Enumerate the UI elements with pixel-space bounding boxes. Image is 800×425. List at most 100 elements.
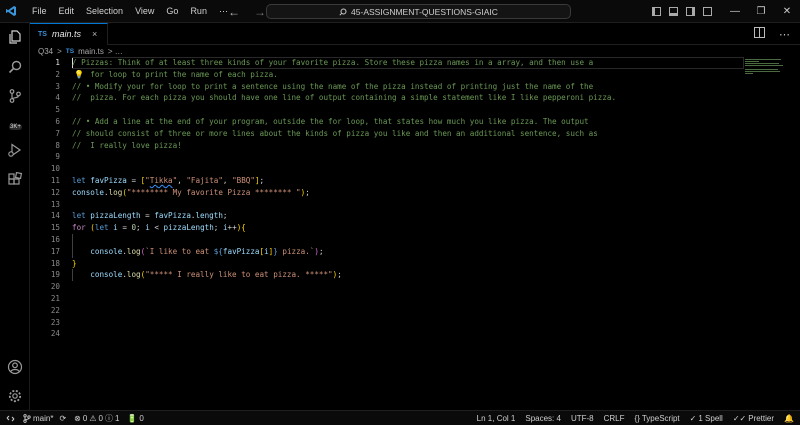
vscode-logo-icon xyxy=(0,0,22,23)
line-number: 20 xyxy=(50,282,60,292)
language-mode[interactable]: {} TypeScript xyxy=(635,414,680,423)
line-number: 21 xyxy=(50,294,60,303)
double-check-icon: ✓✓ xyxy=(732,413,747,423)
settings-gear-icon[interactable] xyxy=(5,386,25,406)
more-actions-icon[interactable]: ⋯ xyxy=(779,28,790,41)
source-control-icon[interactable] xyxy=(5,86,25,106)
line-number: 3 xyxy=(55,81,60,91)
workspace-name: 45-ASSIGNMENT-QUESTIONS-GIAIC xyxy=(351,6,498,17)
editor-actions: ⋯ xyxy=(754,23,790,45)
ports-indicator[interactable]: 🔋 0 xyxy=(127,414,143,423)
extensions-icon[interactable] xyxy=(5,170,25,190)
end-of-line[interactable]: CRLF xyxy=(604,414,625,423)
code-line: // • Add a line at the end of your progr… xyxy=(72,117,589,126)
problems-indicator[interactable]: ⊗ 0 ⚠ 0 ⓘ 1 xyxy=(74,413,119,424)
braces-icon: {} xyxy=(634,413,640,423)
menu-selection[interactable]: Selection xyxy=(80,0,129,23)
check-icon: ✓ xyxy=(689,413,697,423)
error-icon: ⊗ xyxy=(74,413,81,423)
cursor-position[interactable]: Ln 1, Col 1 xyxy=(477,414,516,423)
line-number: 15 xyxy=(50,223,60,233)
spell-check[interactable]: ✓ 1 Spell xyxy=(690,414,723,423)
menu-file[interactable]: File xyxy=(26,0,53,23)
line-number: 16 xyxy=(50,235,60,244)
line-number: 22 xyxy=(50,305,60,315)
tab-label: main.ts xyxy=(51,29,81,39)
run-debug-icon[interactable] xyxy=(5,140,25,160)
code-line: console.log("******** My favorite Pizza … xyxy=(72,187,310,197)
branch-icon xyxy=(23,413,31,423)
vertical-scrollbar[interactable] xyxy=(790,57,798,410)
minimap[interactable] xyxy=(745,57,785,87)
remote-icon xyxy=(6,415,15,421)
git-branch[interactable]: main* ⟳ xyxy=(23,414,66,423)
code-editor[interactable]: 1 2 3 4 5 6 7 8 9 10 11 12 13 14 15 16 1… xyxy=(30,57,800,410)
typescript-file-icon: TS xyxy=(65,47,75,55)
line-number: 4 xyxy=(55,93,60,103)
line-number: 2 xyxy=(55,69,60,79)
breadcrumb-symbols[interactable]: > … xyxy=(108,47,123,56)
line-number: 24 xyxy=(50,329,60,339)
search-icon[interactable] xyxy=(5,57,25,77)
line-number: 17 xyxy=(50,246,60,256)
close-tab-icon[interactable]: × xyxy=(92,29,97,39)
line-number: 23 xyxy=(50,317,60,327)
breadcrumb-separator: > xyxy=(57,46,62,56)
code-line: for loop to print the name of each pizza… xyxy=(72,69,278,79)
menu-run[interactable]: Run xyxy=(184,0,213,23)
menu-view[interactable]: View xyxy=(129,0,160,23)
command-center-search[interactable]: 45-ASSIGNMENT-QUESTIONS-GIAIC xyxy=(266,4,571,19)
info-icon: ⓘ xyxy=(104,413,113,423)
notifications-bell-icon[interactable]: 🔔 xyxy=(784,414,794,423)
minimize-icon[interactable]: — xyxy=(722,0,748,23)
code-line: let favPizza = ["Tikka", "Fajita", "BBQ"… xyxy=(72,176,265,185)
code-line: // I really love pizza! xyxy=(72,140,182,150)
explorer-icon[interactable] xyxy=(5,27,25,47)
customize-layout-icon[interactable] xyxy=(703,7,712,16)
sync-icon[interactable]: ⟳ xyxy=(59,414,66,423)
ports-count: 0 xyxy=(139,413,144,423)
code-line: / Pizzas: Think of at least three kinds … xyxy=(72,58,594,67)
menu-go[interactable]: Go xyxy=(160,0,184,23)
line-number: 14 xyxy=(50,211,60,221)
remote-indicator[interactable] xyxy=(6,414,15,423)
nav-arrows: ← → xyxy=(228,0,266,23)
code-line: for (let i = 0; i < pizzaLength; i++){ xyxy=(72,223,246,233)
indentation[interactable]: Spaces: 4 xyxy=(525,414,561,423)
toggle-panel-icon[interactable] xyxy=(669,7,678,16)
code-line: // pizza. For each pizza you should have… xyxy=(72,93,617,103)
code-line: } xyxy=(72,258,77,268)
line-number: 7 xyxy=(55,128,60,138)
menu-edit[interactable]: Edit xyxy=(53,0,81,23)
code-line: console.log(`I like to eat ${favPizza[i]… xyxy=(90,246,324,256)
code-line: // should consist of three or more lines… xyxy=(72,128,598,138)
line-number: 8 xyxy=(55,140,60,150)
warning-icon: ⚠ xyxy=(89,413,97,423)
source-control-badge: 3K+ xyxy=(9,124,22,130)
activity-bar: 3K+ xyxy=(0,23,30,410)
encoding[interactable]: UTF-8 xyxy=(571,414,594,423)
breadcrumb-folder[interactable]: Q34 xyxy=(38,47,53,56)
prettier-status[interactable]: ✓✓ Prettier xyxy=(733,414,774,423)
lightbulb-icon[interactable]: 💡 xyxy=(74,70,84,79)
search-icon xyxy=(339,8,347,16)
toggle-secondary-sidebar-icon[interactable] xyxy=(686,7,695,16)
back-arrow-icon[interactable]: ← xyxy=(228,5,240,19)
toggle-primary-sidebar-icon[interactable] xyxy=(652,7,661,16)
code-line: // • Modify your for loop to print a sen… xyxy=(72,81,594,91)
split-editor-icon[interactable] xyxy=(754,27,765,41)
code-line: let pizzaLength = favPizza.length; xyxy=(72,211,228,221)
tab-main-ts[interactable]: TS main.ts × xyxy=(30,22,109,45)
info-count: 1 xyxy=(114,413,120,423)
account-icon[interactable] xyxy=(5,357,25,377)
close-window-icon[interactable]: ✕ xyxy=(774,0,800,23)
breadcrumb: Q34 > TS main.ts > … xyxy=(38,45,123,57)
restore-icon[interactable]: ❐ xyxy=(748,0,774,23)
line-number: 19 xyxy=(50,270,60,280)
typescript-file-icon: TS xyxy=(38,30,47,38)
language-label: TypeScript xyxy=(641,413,680,423)
forward-arrow-icon[interactable]: → xyxy=(254,5,266,19)
title-bar: File Edit Selection View Go Run ⋯ ← → 45… xyxy=(0,0,800,23)
breadcrumb-file[interactable]: main.ts xyxy=(78,47,104,56)
window-controls: — ❐ ✕ xyxy=(722,0,800,23)
